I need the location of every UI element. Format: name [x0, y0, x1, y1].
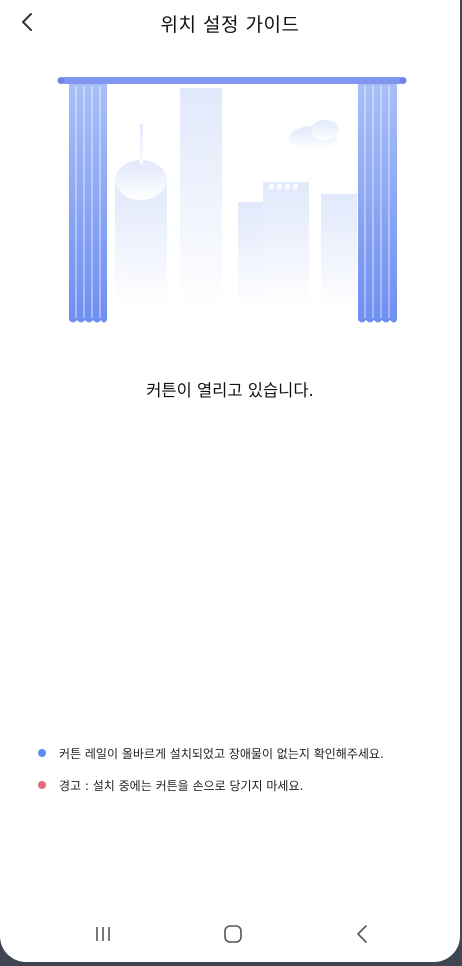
nav-back-button[interactable] — [342, 918, 382, 950]
home-icon — [224, 925, 242, 943]
note-text: 경고 : 설치 중에는 커튼을 손으로 당기지 마세요. — [59, 778, 304, 793]
screen: 위치 설정 가이드 커튼이 열리고 있습니다. 커튼 레일이 올바르게 설치되었… — [0, 0, 460, 962]
notes-list: 커튼 레일이 올바르게 설치되었고 장애물이 없는지 확인해주세요. 경고 : … — [38, 742, 448, 806]
note-text: 커튼 레일이 올바르게 설치되었고 장애물이 없는지 확인해주세요. — [59, 746, 384, 761]
system-nav-bar — [0, 908, 460, 962]
list-item: 경고 : 설치 중에는 커튼을 손으로 당기지 마세요. — [38, 774, 448, 796]
curtain-illustration — [57, 77, 407, 323]
curtain-rail — [61, 77, 403, 84]
right-curtain — [358, 84, 397, 323]
back-icon — [357, 925, 367, 943]
warning-dot-icon — [38, 781, 46, 789]
info-dot-icon — [38, 749, 46, 757]
recent-apps-button[interactable] — [83, 918, 123, 950]
recent-apps-icon — [96, 927, 110, 941]
list-item: 커튼 레일이 올바르게 설치되었고 장애물이 없는지 확인해주세요. — [38, 742, 448, 764]
left-curtain — [69, 84, 107, 323]
status-message: 커튼이 열리고 있습니다. — [146, 381, 314, 400]
page-title: 위치 설정 가이드 — [160, 14, 300, 36]
app-header: 위치 설정 가이드 — [0, 0, 460, 46]
city-skyline — [115, 88, 357, 308]
home-button[interactable] — [213, 918, 253, 950]
